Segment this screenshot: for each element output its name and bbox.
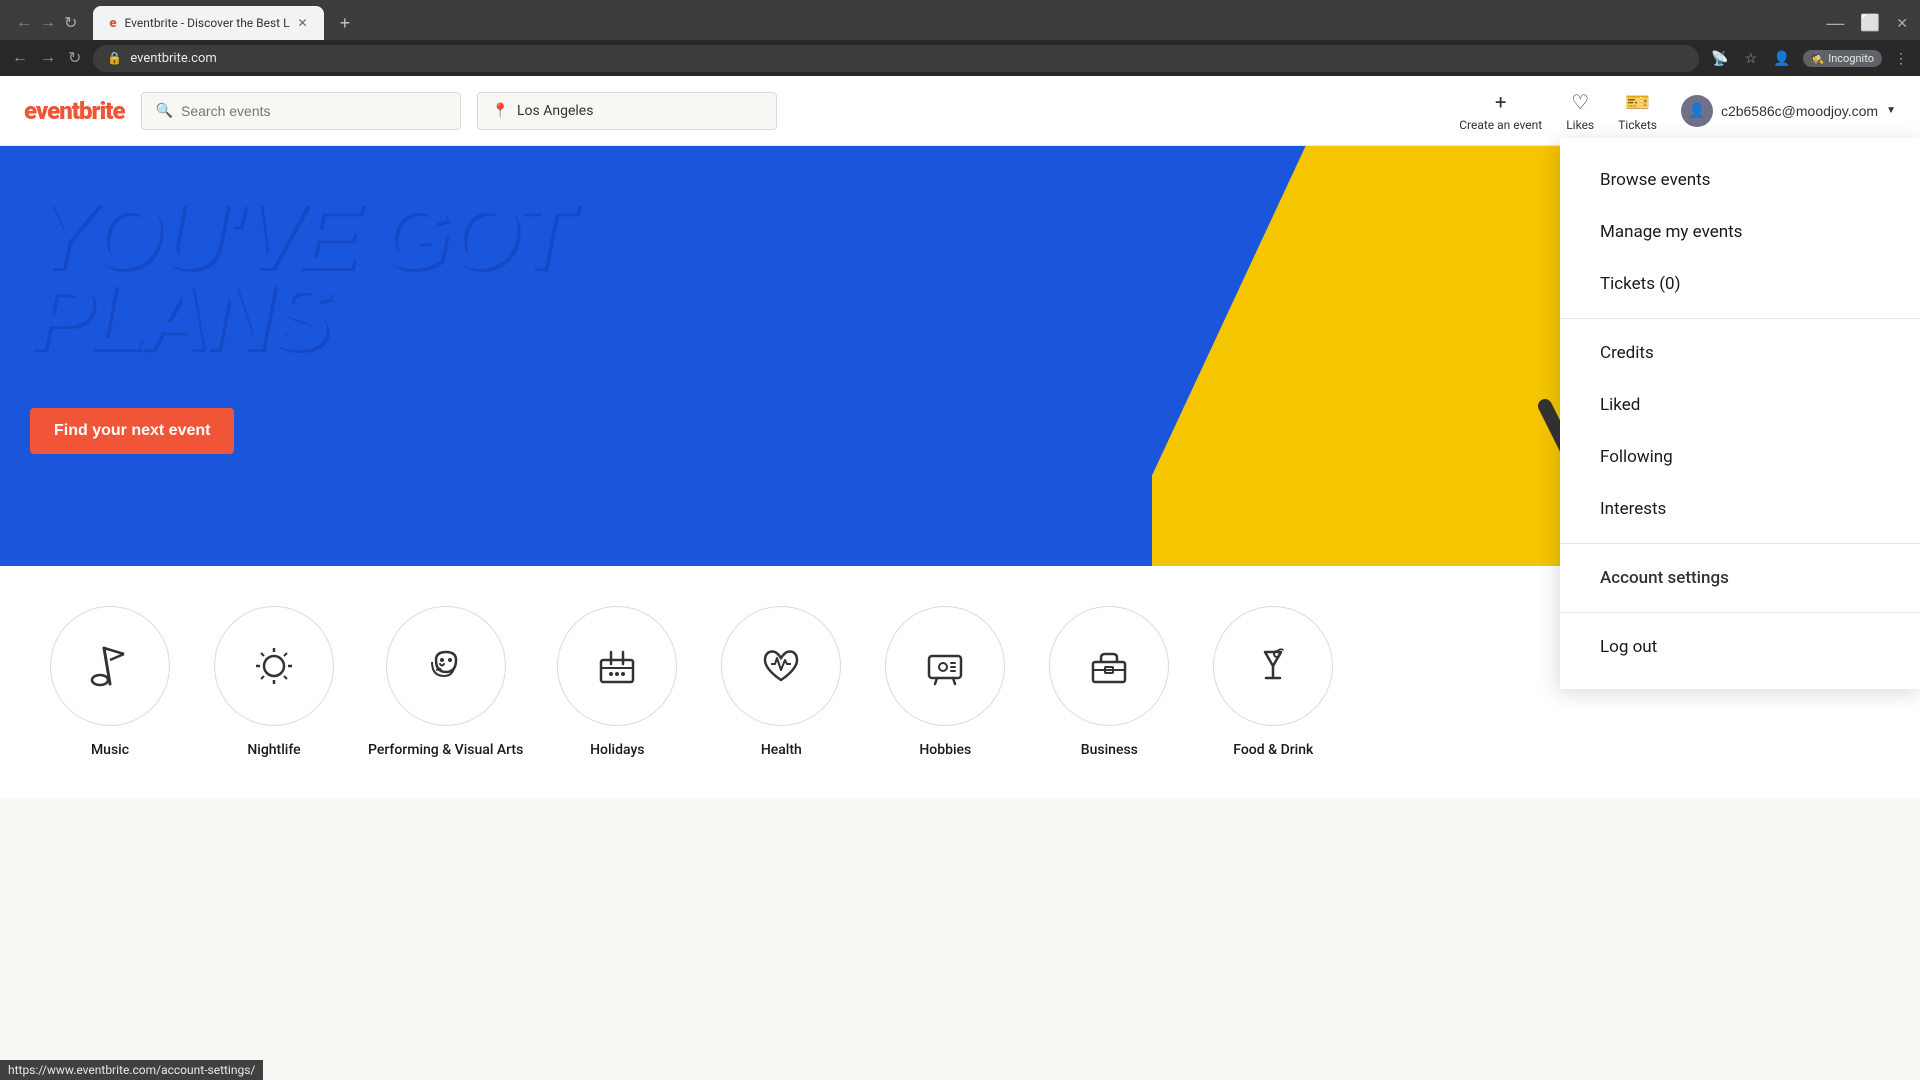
browser-forward-btn[interactable]: →: [36, 10, 60, 36]
location-text: Los Angeles: [517, 103, 593, 119]
category-holidays-icon-circle: [557, 606, 677, 726]
category-health-icon-circle: [721, 606, 841, 726]
category-nightlife-icon-circle: [214, 606, 334, 726]
lock-icon: 🔒: [107, 51, 122, 65]
bookmark-btn[interactable]: ☆: [1741, 46, 1762, 71]
dropdown-divider-3: [1560, 612, 1920, 613]
user-menu-trigger[interactable]: 👤 c2b6586c@moodjoy.com ▼: [1681, 95, 1896, 127]
dropdown-following[interactable]: Following: [1560, 431, 1920, 483]
address-bar[interactable]: 🔒 eventbrite.com: [93, 45, 1699, 72]
tickets-action[interactable]: 🎫 Tickets: [1618, 90, 1657, 132]
dropdown-manage-events[interactable]: Manage my events: [1560, 206, 1920, 258]
nav-refresh-btn[interactable]: ↻: [64, 44, 85, 72]
dropdown-logout[interactable]: Log out: [1560, 621, 1920, 673]
eb-logo[interactable]: eventbrite: [24, 97, 125, 125]
incognito-badge: 🕵️ Incognito: [1803, 50, 1883, 67]
address-bar-row: ← → ↻ 🔒 eventbrite.com 📡 ☆ 👤 🕵️ Incognit…: [0, 40, 1920, 76]
status-url: https://www.eventbrite.com/account-setti…: [8, 1063, 255, 1077]
search-bar[interactable]: 🔍: [141, 92, 461, 130]
tickets-icon: 🎫: [1625, 90, 1650, 114]
category-performing-arts-icon-circle: [386, 606, 506, 726]
user-menu-chevron: ▼: [1886, 105, 1896, 116]
nav-back-btn[interactable]: ←: [8, 44, 32, 72]
category-business-label: Business: [1081, 742, 1138, 758]
minimize-btn[interactable]: —: [1822, 9, 1848, 38]
url-text: eventbrite.com: [130, 51, 216, 66]
dropdown-credits[interactable]: Credits: [1560, 327, 1920, 379]
cast-btn[interactable]: 📡: [1707, 46, 1732, 71]
hero-text-block: YOU'VE GOT PLANS Find your next event: [30, 196, 567, 454]
user-avatar: 👤: [1681, 95, 1713, 127]
status-bar: https://www.eventbrite.com/account-setti…: [0, 1060, 263, 1080]
category-food-drink-label: Food & Drink: [1233, 742, 1313, 758]
category-food-drink[interactable]: Food & Drink: [1203, 606, 1343, 758]
user-email: c2b6586c@moodjoy.com: [1721, 103, 1878, 119]
tickets-label: Tickets: [1618, 118, 1657, 132]
likes-icon: ♡: [1571, 90, 1589, 114]
dropdown-browse-events[interactable]: Browse events: [1560, 154, 1920, 206]
find-event-btn[interactable]: Find your next event: [30, 408, 234, 454]
category-hobbies[interactable]: Hobbies: [875, 606, 1015, 758]
browser-tab-bar: ← → ↻ e Eventbrite - Discover the Best L…: [0, 0, 1920, 40]
category-performing-arts-label: Performing & Visual Arts: [368, 742, 523, 758]
likes-action[interactable]: ♡ Likes: [1566, 90, 1594, 132]
profile-btn[interactable]: 👤: [1769, 46, 1794, 71]
tab-close-btn[interactable]: ✕: [298, 16, 308, 30]
category-performing-arts[interactable]: Performing & Visual Arts: [368, 606, 523, 758]
dropdown-interests[interactable]: Interests: [1560, 483, 1920, 535]
category-food-drink-icon-circle: [1213, 606, 1333, 726]
dropdown-divider-1: [1560, 318, 1920, 319]
category-nightlife[interactable]: Nightlife: [204, 606, 344, 758]
incognito-icon: 🕵️: [1811, 52, 1825, 65]
location-bar[interactable]: 📍 Los Angeles: [477, 92, 777, 130]
category-nightlife-label: Nightlife: [247, 742, 300, 758]
category-health-label: Health: [761, 742, 802, 758]
browser-refresh-btn[interactable]: ↻: [60, 9, 81, 37]
dropdown-tickets[interactable]: Tickets (0): [1560, 258, 1920, 310]
create-icon: +: [1495, 90, 1506, 114]
category-music[interactable]: Music: [40, 606, 180, 758]
search-input[interactable]: [181, 103, 446, 119]
category-health[interactable]: Health: [711, 606, 851, 758]
category-music-label: Music: [91, 742, 129, 758]
close-btn[interactable]: ✕: [1892, 11, 1912, 36]
category-hobbies-label: Hobbies: [919, 742, 971, 758]
category-holidays-label: Holidays: [590, 742, 644, 758]
category-business[interactable]: Business: [1039, 606, 1179, 758]
user-dropdown-menu: Browse events Manage my events Tickets (…: [1560, 138, 1920, 689]
incognito-label: Incognito: [1828, 52, 1874, 65]
create-event-action[interactable]: + Create an event: [1459, 90, 1542, 132]
category-hobbies-icon-circle: [885, 606, 1005, 726]
create-label: Create an event: [1459, 118, 1542, 132]
category-music-icon-circle: [50, 606, 170, 726]
tab-title: Eventbrite - Discover the Best L: [125, 16, 290, 30]
dropdown-liked[interactable]: Liked: [1560, 379, 1920, 431]
menu-btn[interactable]: ⋮: [1890, 46, 1912, 71]
header-actions: + Create an event ♡ Likes 🎫 Tickets 👤 c2…: [1459, 90, 1896, 132]
nav-forward-btn[interactable]: →: [36, 44, 60, 72]
category-holidays[interactable]: Holidays: [547, 606, 687, 758]
browser-back-btn[interactable]: ←: [12, 10, 36, 36]
likes-label: Likes: [1566, 118, 1594, 132]
eb-header: eventbrite 🔍 📍 Los Angeles + Create an e…: [0, 76, 1920, 146]
tab-favicon: e: [109, 16, 116, 31]
search-icon: 🔍: [156, 103, 173, 119]
logo-text: eventbrite: [24, 97, 125, 125]
category-business-icon-circle: [1049, 606, 1169, 726]
dropdown-account-settings[interactable]: Account settings: [1560, 552, 1920, 604]
browser-tab[interactable]: e Eventbrite - Discover the Best L ✕: [93, 6, 323, 40]
location-icon: 📍: [492, 103, 509, 119]
dropdown-divider-2: [1560, 543, 1920, 544]
new-tab-btn[interactable]: +: [332, 9, 359, 38]
maximize-btn[interactable]: ⬜: [1856, 9, 1884, 37]
